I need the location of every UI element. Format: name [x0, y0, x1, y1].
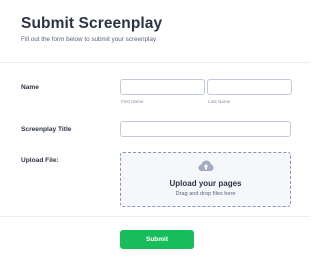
- file-dropzone[interactable]: Upload your pages Drag and drop files he…: [120, 152, 291, 207]
- cloud-upload-icon: [198, 160, 214, 171]
- last-name-input[interactable]: [207, 79, 292, 95]
- screenplay-title-label: Screenplay Title: [21, 126, 72, 133]
- form-title: Submit Screenplay: [21, 15, 163, 32]
- form-header: Submit Screenplay Fill out the form belo…: [21, 14, 301, 43]
- footer-divider: [0, 216, 310, 217]
- name-label: Name: [21, 84, 39, 91]
- form-subtitle: Fill out the form below to submit your s…: [21, 36, 157, 43]
- submit-button[interactable]: Submit: [120, 230, 194, 249]
- upload-title: Upload your pages: [169, 179, 242, 188]
- last-name-sublabel: Last Name: [208, 99, 231, 104]
- header-divider: [0, 62, 310, 63]
- screenplay-title-input[interactable]: [120, 121, 291, 137]
- first-name-sublabel: First Name: [121, 99, 144, 104]
- upload-file-label: Upload File:: [21, 157, 59, 164]
- upload-hint: Drag and drop files here: [175, 191, 236, 197]
- first-name-input[interactable]: [120, 79, 205, 95]
